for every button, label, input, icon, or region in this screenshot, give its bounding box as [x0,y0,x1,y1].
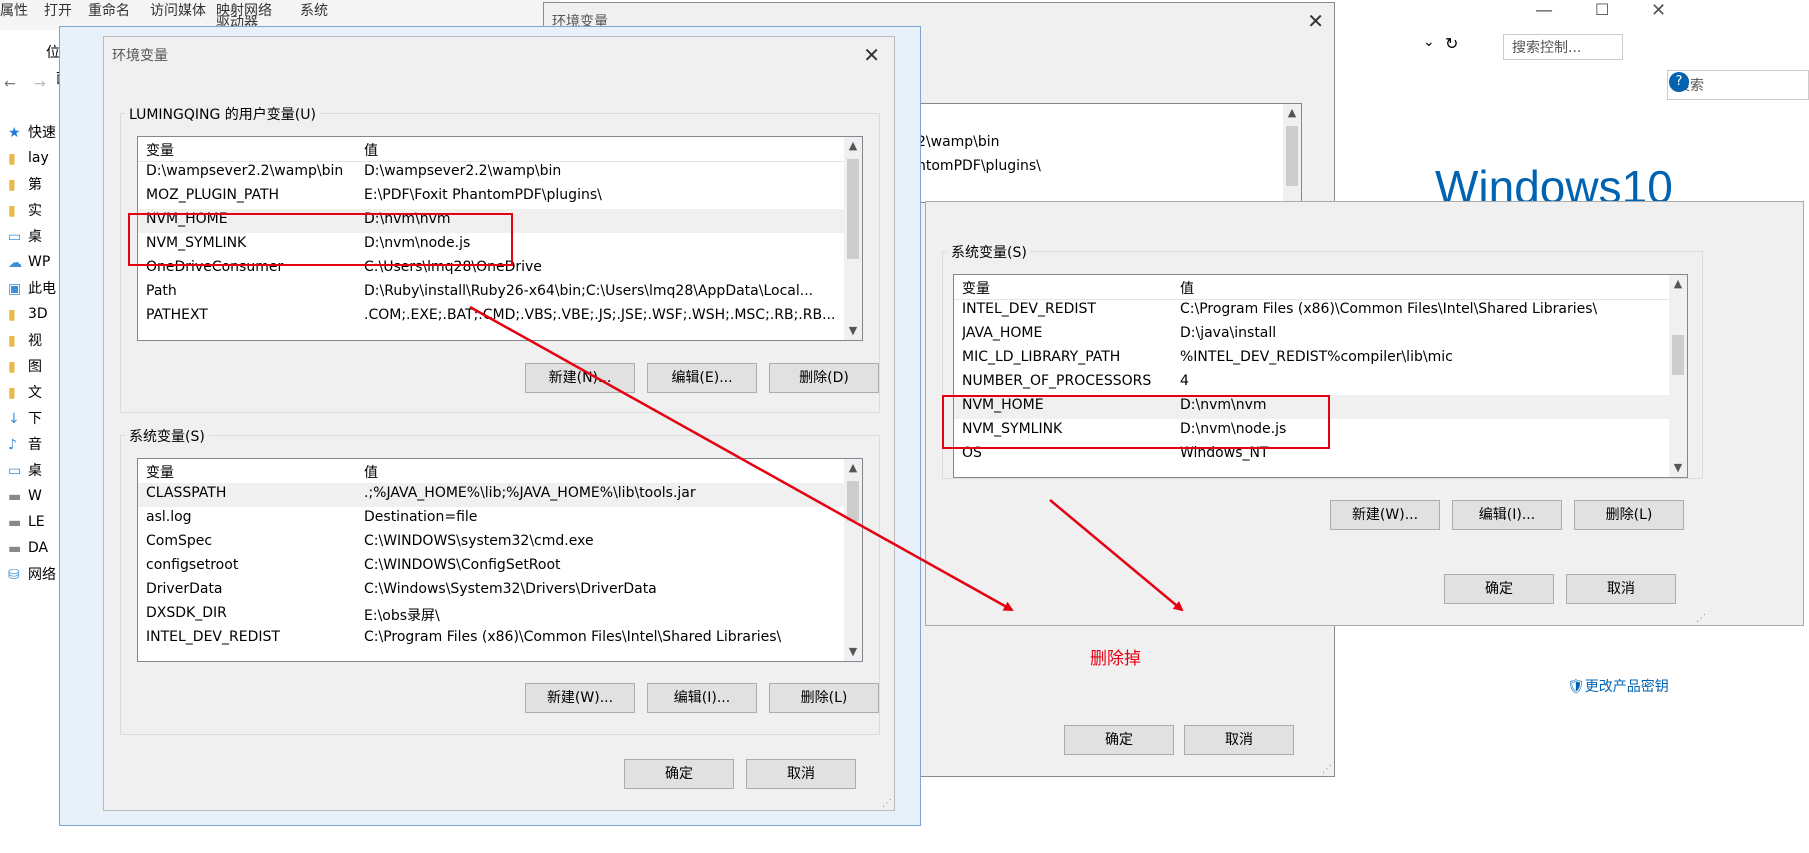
annotation-delete-label: 删除掉 [1090,649,1141,669]
annotation-arrows [469,305,1184,612]
arrow-user-to-target [469,305,1014,612]
arrow-sys-to-target [1049,499,1184,612]
